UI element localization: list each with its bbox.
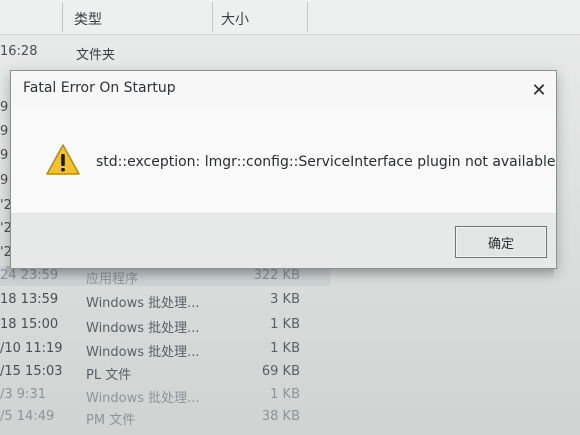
file-date: /3 9:31: [0, 387, 46, 402]
file-date: 16:28: [0, 44, 38, 59]
error-dialog: Fatal Error On Startup ✕ std::exception:…: [10, 70, 557, 269]
file-type: Windows 批处理...: [86, 321, 200, 336]
file-date: 18 15:00: [0, 317, 59, 332]
file-row[interactable]: 18 15:00 Windows 批处理... 1 KB: [0, 315, 580, 337]
column-separator[interactable]: [307, 2, 308, 32]
column-header: 类型 大小: [0, 0, 580, 35]
file-size: 3 KB: [270, 292, 300, 307]
file-date: /15 15:03: [0, 364, 63, 379]
error-message: std::exception: lmgr::config::ServiceInt…: [96, 154, 556, 170]
file-date: /10 11:19: [0, 341, 63, 356]
file-type: PL 文件: [86, 368, 132, 383]
close-icon: ✕: [531, 79, 547, 101]
file-date: 9: [0, 124, 9, 139]
file-row[interactable]: 18 13:59 Windows 批处理... 3 KB: [0, 290, 580, 312]
file-size: 69 KB: [261, 364, 300, 379]
dialog-title: Fatal Error On Startup: [23, 80, 176, 96]
column-size-header[interactable]: 大小: [221, 9, 249, 29]
column-separator[interactable]: [62, 2, 63, 32]
file-size: 1 KB: [270, 387, 300, 402]
close-button[interactable]: ✕: [524, 75, 554, 105]
column-separator[interactable]: [212, 2, 213, 32]
warning-icon: [46, 144, 80, 175]
file-type: Windows 批处理...: [86, 391, 200, 406]
file-row[interactable]: /5 14:49 PM 文件 38 KB: [0, 407, 580, 429]
file-type: PM 文件: [86, 413, 136, 428]
file-type: Windows 批处理...: [86, 296, 200, 311]
file-type: Windows 批处理...: [86, 345, 200, 360]
file-date: 18 13:59: [0, 292, 59, 307]
dialog-body: std::exception: lmgr::config::ServiceInt…: [11, 107, 556, 213]
ok-button[interactable]: 确定: [455, 226, 547, 258]
file-size: 1 KB: [270, 317, 300, 332]
file-row[interactable]: /10 11:19 Windows 批处理... 1 KB: [0, 339, 580, 361]
file-row[interactable]: 16:28 文件夹: [0, 42, 580, 64]
file-date: /5 14:49: [0, 409, 55, 424]
file-size: 38 KB: [261, 409, 300, 424]
file-row[interactable]: /15 15:03 PL 文件 69 KB: [0, 362, 580, 384]
file-row[interactable]: /3 9:31 Windows 批处理... 1 KB: [0, 385, 580, 407]
file-size: 1 KB: [270, 341, 300, 356]
file-type: 文件夹: [76, 48, 116, 63]
file-date: 9: [0, 148, 9, 163]
dialog-footer: 确定: [11, 213, 556, 268]
file-date: 9: [0, 100, 9, 115]
column-type-header[interactable]: 类型: [74, 9, 102, 29]
